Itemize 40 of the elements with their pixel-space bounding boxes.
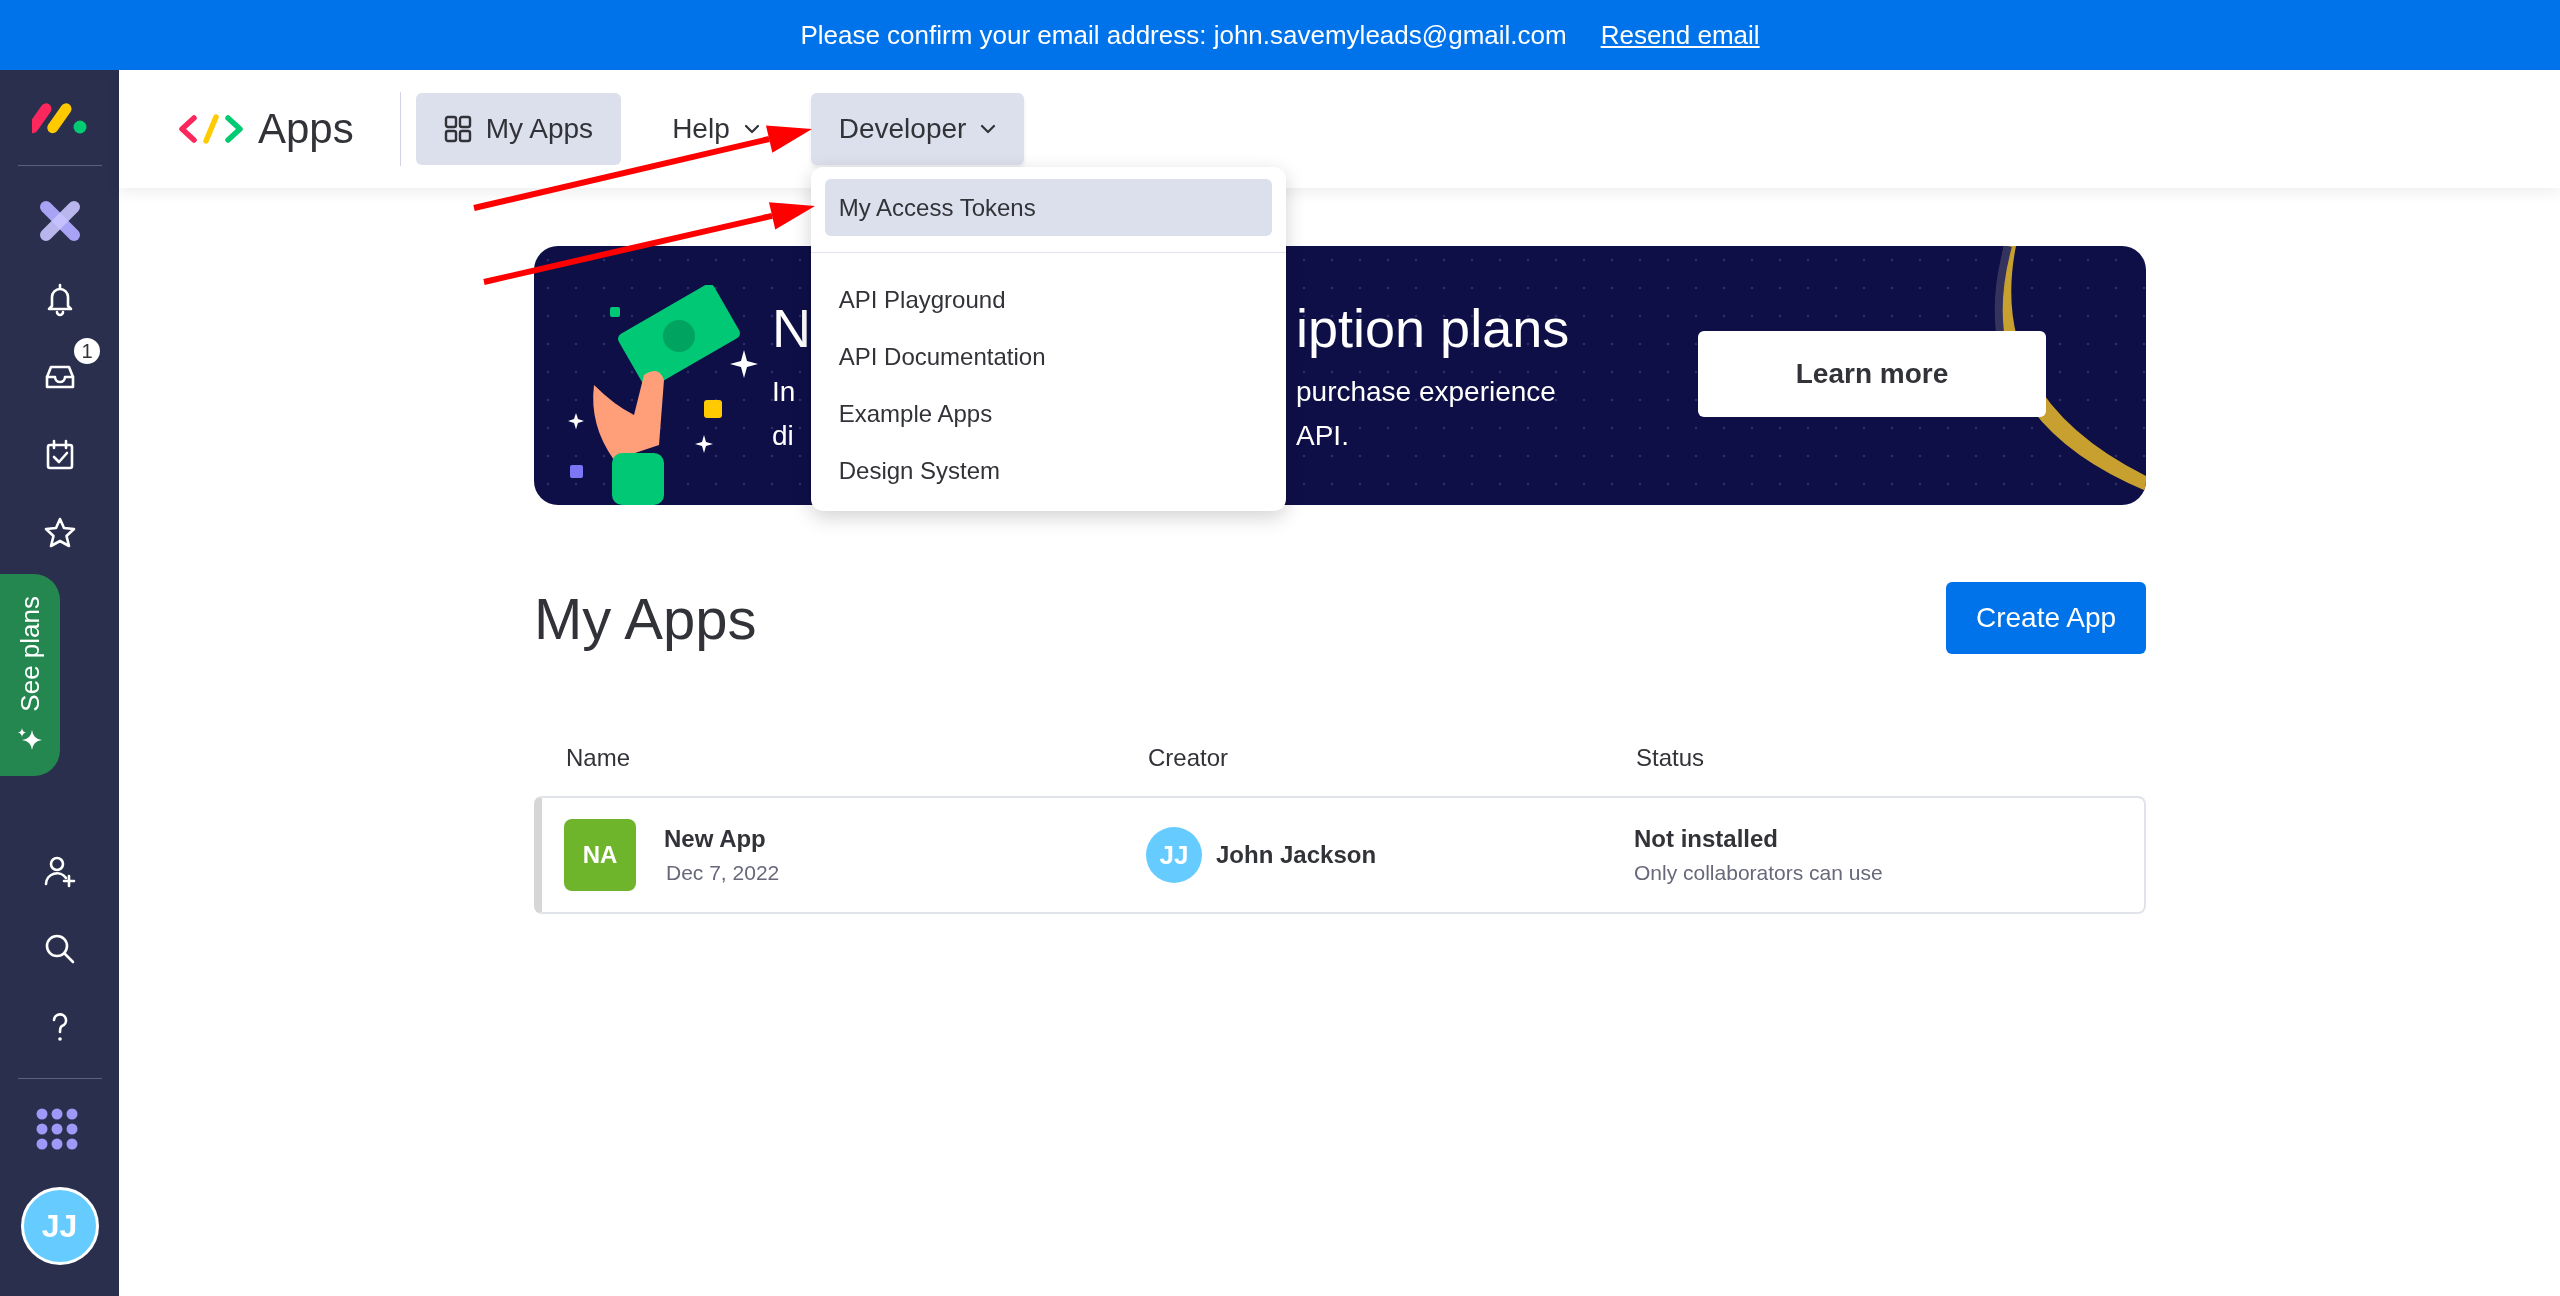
creator-name: John Jackson xyxy=(1216,841,1377,869)
menu-item[interactable]: Example Apps xyxy=(824,385,1272,442)
menu-item[interactable]: API Playground xyxy=(824,271,1272,328)
app-date: Dec 7, 2022 xyxy=(666,861,780,885)
notice-text: Please confirm your email address: john.savemyleads@gmail.com xyxy=(800,19,1567,51)
nav-tab[interactable]: Help xyxy=(644,93,788,165)
inbox-icon[interactable] xyxy=(44,365,75,389)
nav-tab[interactable]: Developer xyxy=(810,93,1025,165)
caret-icon xyxy=(743,124,760,134)
banner-heading: iption plans xyxy=(1296,297,1570,360)
menu-item[interactable]: API Documentation xyxy=(824,328,1272,385)
workspace-icon[interactable] xyxy=(39,201,80,241)
menu-item[interactable]: My Access Tokens xyxy=(824,179,1272,236)
page-heading: My Apps xyxy=(534,584,757,652)
notification-count: 1 xyxy=(72,336,102,366)
banner-text: purchase experience xyxy=(1296,375,1556,409)
banner-text: di xyxy=(772,419,794,453)
app-avatar: NA xyxy=(564,819,636,891)
column-header: Creator xyxy=(1148,744,1229,771)
grid-icon xyxy=(443,115,472,143)
creator-avatar: JJ xyxy=(1146,827,1202,883)
resend-email-link[interactable]: Resend email xyxy=(1600,19,1760,51)
menu-item[interactable]: Design System xyxy=(824,442,1272,499)
nav-tab[interactable]: My Apps xyxy=(415,93,622,165)
column-header: Status xyxy=(1636,744,1705,771)
app-row[interactable]: NA New App Dec 7, 2022 JJ John Jackson Not installed Only collaborators can use xyxy=(534,796,2146,914)
code-logo-icon xyxy=(178,114,244,144)
app-name: New App xyxy=(664,825,767,853)
caret-icon xyxy=(980,124,997,134)
status-note: Only collaborators can use xyxy=(1634,861,1884,885)
create-app-button[interactable]: Create App xyxy=(1946,582,2146,654)
banner-heading: N xyxy=(772,297,811,360)
banner-text: API. xyxy=(1296,419,1349,453)
column-header: Name xyxy=(566,744,631,771)
see-plans-tab[interactable]: See plans xyxy=(0,574,60,776)
banner-text: In xyxy=(772,375,796,409)
logo-icon[interactable] xyxy=(31,100,88,135)
learn-more-button[interactable]: Learn more xyxy=(1698,331,2046,417)
app-title: Apps xyxy=(258,105,354,153)
app-status: Not installed xyxy=(1634,825,1779,853)
